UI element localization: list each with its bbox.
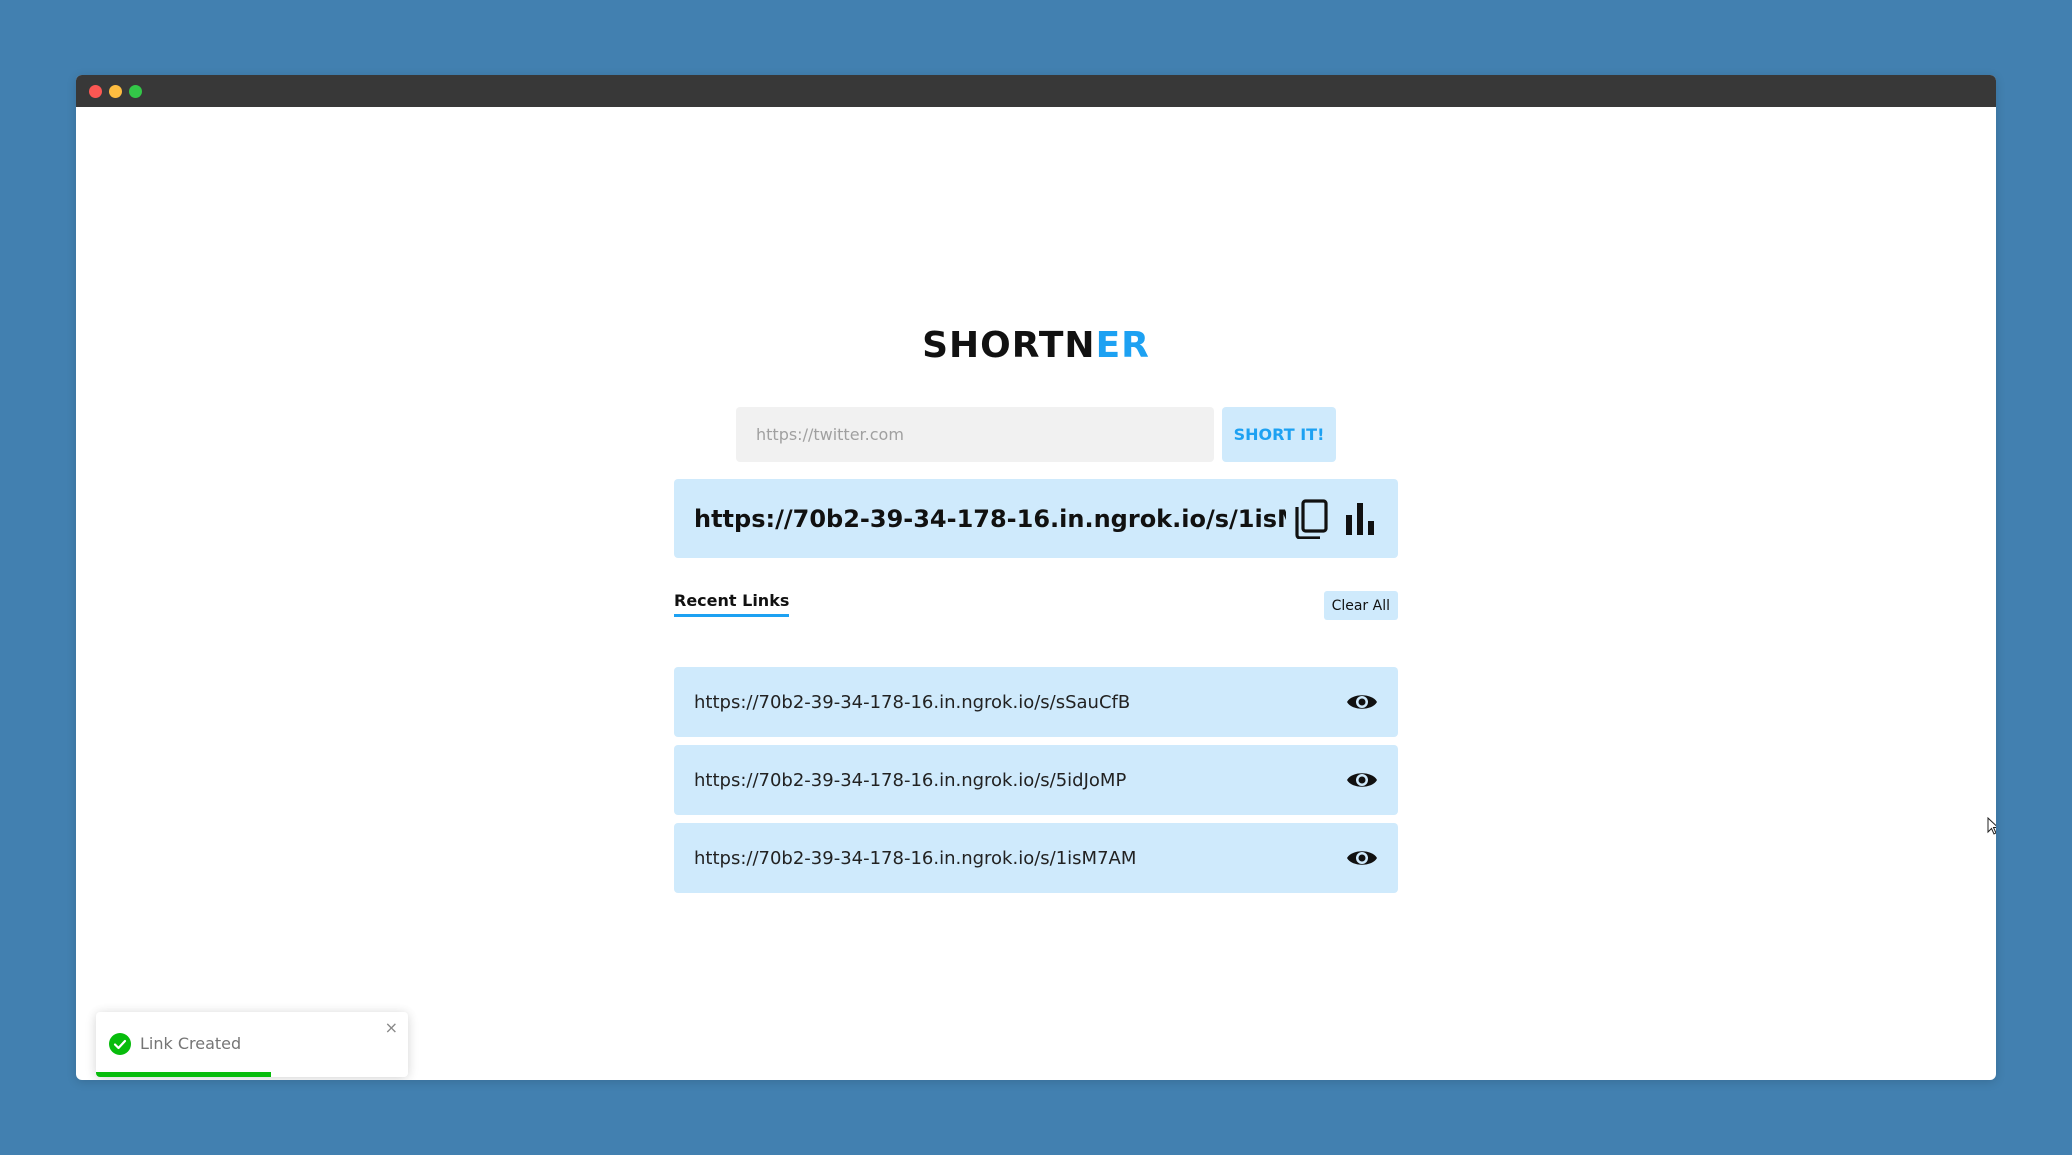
browser-window: SHORTNER SHORT IT! https://70b2-39-34-17… [76,75,1996,1080]
bar-chart-icon[interactable] [1344,499,1378,539]
page-content: SHORTNER SHORT IT! https://70b2-39-34-17… [76,107,1996,1080]
recent-link-url[interactable]: https://70b2-39-34-178-16.in.ngrok.io/s/… [694,692,1346,713]
url-input[interactable] [736,407,1214,462]
eye-icon[interactable] [1346,691,1378,713]
recent-links-title: Recent Links [674,591,790,617]
recent-links-list: https://70b2-39-34-178-16.in.ngrok.io/s/… [674,667,1398,901]
toast-progress-bar [96,1072,271,1077]
short-it-button[interactable]: SHORT IT! [1222,407,1336,462]
check-circle-icon [109,1033,131,1055]
list-item: https://70b2-39-34-178-16.in.ngrok.io/s/… [674,667,1398,737]
recent-link-url[interactable]: https://70b2-39-34-178-16.in.ngrok.io/s/… [694,848,1346,869]
app-logo: SHORTNER [76,325,1996,366]
window-maximize-dot[interactable] [129,85,142,98]
toast-message: Link Created [140,1034,242,1053]
copy-icon[interactable] [1294,498,1330,539]
window-titlebar [76,75,1996,107]
recent-link-url[interactable]: https://70b2-39-34-178-16.in.ngrok.io/s/… [694,770,1346,791]
list-item: https://70b2-39-34-178-16.in.ngrok.io/s/… [674,745,1398,815]
window-close-dot[interactable] [89,85,102,98]
list-item: https://70b2-39-34-178-16.in.ngrok.io/s/… [674,823,1398,893]
close-icon[interactable]: × [385,1018,398,1037]
recent-links-header: Recent Links Clear All [674,591,1398,625]
toast-progress-track [96,1072,408,1077]
window-minimize-dot[interactable] [109,85,122,98]
eye-icon[interactable] [1346,847,1378,869]
mouse-cursor-icon [1987,817,1996,835]
result-box: https://70b2-39-34-178-16.in.ngrok.io/s/… [674,479,1398,558]
logo-main-text: SHORTN [922,325,1096,366]
eye-icon[interactable] [1346,769,1378,791]
clear-all-button[interactable]: Clear All [1323,591,1398,620]
toast-notification: Link Created × [96,1012,408,1077]
logo-accent-text: ER [1095,325,1150,366]
result-short-url[interactable]: https://70b2-39-34-178-16.in.ngrok.io/s/… [694,505,1286,533]
